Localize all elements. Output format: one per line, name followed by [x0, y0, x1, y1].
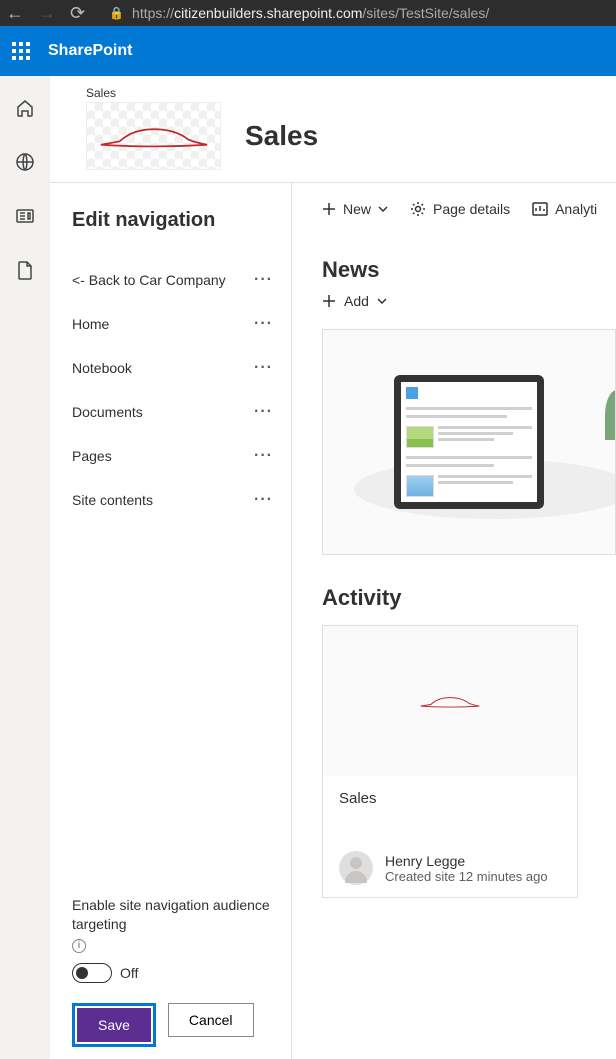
- browser-forward-icon[interactable]: →: [38, 3, 56, 24]
- app-rail: [0, 76, 50, 1059]
- suite-nav: SharePoint: [0, 26, 616, 76]
- breadcrumb[interactable]: Sales: [86, 86, 580, 100]
- activity-card[interactable]: Sales Henry Legge Created site 12 minute…: [322, 625, 578, 898]
- tablet-illustration: [394, 375, 544, 509]
- gear-icon: [410, 201, 426, 217]
- cancel-button[interactable]: Cancel: [168, 1003, 254, 1037]
- browser-chrome: ← → ⟳ 🔒 https://citizenbuilders.sharepoi…: [0, 0, 616, 26]
- audience-targeting-toggle[interactable]: [72, 963, 112, 983]
- new-button[interactable]: New: [322, 201, 388, 217]
- nav-item-notebook[interactable]: Notebook···: [72, 346, 273, 390]
- nav-item-pages[interactable]: Pages···: [72, 434, 273, 478]
- site-header: Sales Sales: [50, 76, 616, 182]
- nav-item-documents[interactable]: Documents···: [72, 390, 273, 434]
- more-icon[interactable]: ···: [254, 447, 273, 465]
- nav-item-home[interactable]: Home···: [72, 302, 273, 346]
- site-logo[interactable]: [86, 102, 221, 170]
- edit-navigation-panel: Edit navigation <- Back to Car Company··…: [50, 183, 292, 1059]
- command-bar: New Page details Analyti: [322, 201, 616, 217]
- car-logo-icon: [94, 119, 214, 153]
- save-button-focus: Save: [72, 1003, 156, 1047]
- plus-icon: [322, 202, 336, 216]
- url-text: https://citizenbuilders.sharepoint.com/s…: [132, 5, 489, 21]
- app-name[interactable]: SharePoint: [48, 42, 132, 60]
- nav-item-site-contents[interactable]: Site contents···: [72, 478, 273, 522]
- panel-title: Edit navigation: [72, 209, 273, 232]
- activity-meta: Created site 12 minutes ago: [385, 869, 548, 884]
- author-name: Henry Legge: [385, 853, 548, 869]
- info-icon[interactable]: i: [72, 939, 86, 953]
- home-icon[interactable]: [15, 98, 35, 118]
- more-icon[interactable]: ···: [254, 359, 273, 377]
- main-content: New Page details Analyti News Add: [292, 183, 616, 1059]
- chevron-down-icon: [377, 298, 387, 304]
- address-bar[interactable]: 🔒 https://citizenbuilders.sharepoint.com…: [109, 5, 610, 21]
- plus-icon: [322, 294, 336, 308]
- car-logo-icon: [417, 692, 483, 711]
- more-icon[interactable]: ···: [254, 403, 273, 421]
- nav-list: <- Back to Car Company··· Home··· Notebo…: [72, 258, 273, 896]
- page-details-button[interactable]: Page details: [410, 201, 510, 217]
- chevron-down-icon: [378, 206, 388, 212]
- browser-refresh-icon[interactable]: ⟳: [70, 3, 85, 24]
- activity-heading: Activity: [322, 585, 616, 611]
- audience-targeting-label: Enable site navigation audience targetin…: [72, 896, 273, 953]
- lock-icon: 🔒: [109, 6, 124, 20]
- news-icon[interactable]: [15, 206, 35, 226]
- analytics-button[interactable]: Analyti: [532, 201, 597, 217]
- app-launcher-icon[interactable]: [12, 42, 30, 60]
- news-empty-state: [322, 329, 616, 555]
- more-icon[interactable]: ···: [254, 491, 273, 509]
- globe-icon[interactable]: [15, 152, 35, 172]
- plant-illustration: [605, 390, 616, 470]
- add-news-button[interactable]: Add: [322, 293, 616, 309]
- page-title: Sales: [245, 120, 318, 152]
- save-button[interactable]: Save: [77, 1008, 151, 1042]
- toggle-state-label: Off: [120, 965, 138, 981]
- nav-item-back[interactable]: <- Back to Car Company···: [72, 258, 273, 302]
- file-icon[interactable]: [15, 260, 35, 280]
- more-icon[interactable]: ···: [254, 315, 273, 333]
- avatar: [339, 851, 373, 885]
- browser-back-icon[interactable]: ←: [6, 3, 24, 24]
- analytics-icon: [532, 202, 548, 216]
- news-heading: News: [322, 257, 616, 283]
- card-thumbnail: [323, 626, 577, 776]
- more-icon[interactable]: ···: [254, 271, 273, 289]
- card-title: Sales: [339, 790, 561, 807]
